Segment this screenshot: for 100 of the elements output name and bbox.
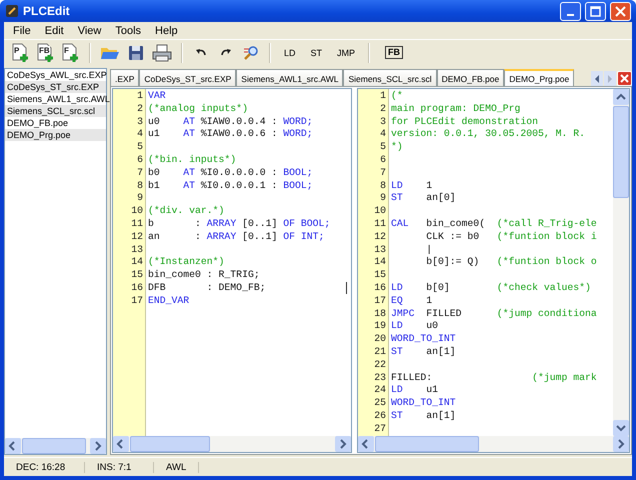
menu-item[interactable]: Edit [38,24,71,36]
scroll-thumb[interactable] [22,438,86,454]
status-text: INS: 7:1 [85,462,154,472]
file-tab[interactable]: .EXP [110,69,140,86]
line-number: 16 [130,282,144,295]
menu-item[interactable]: View [70,24,108,36]
code-line: for PLCEdit demonstration [390,116,538,128]
file-tab[interactable]: DEMO_Prg.poe [504,69,574,86]
toolbar-button[interactable]: ST [304,42,328,64]
status-text: AWL [154,462,200,472]
magnifier-icon [243,44,259,60]
file-list-item[interactable]: CoDeSys_ST_src.EXP [5,81,106,93]
file-list-item[interactable]: DEMO_Prg.poe [5,129,106,141]
code-line: bin_come0 : R_TRIG; [147,269,260,282]
minimize-button[interactable] [560,2,581,20]
print-button[interactable] [150,42,174,64]
code-line: WORD_TO_INT [390,333,456,346]
horizontal-scrollbar[interactable] [5,438,106,454]
line-number: 13 [130,244,144,256]
status-text: DEC: 16:28 [4,462,85,472]
new-document-button[interactable]: P [10,42,32,64]
scroll-right-icon[interactable] [90,438,106,454]
line-number: 16 [373,282,387,295]
line-number: 14 [373,256,387,270]
line-number: 6 [379,154,387,167]
horizontal-scrollbar[interactable] [113,436,351,452]
scroll-thumb[interactable] [130,436,210,452]
line-number: 17 [130,294,144,308]
scroll-down-icon[interactable] [613,420,629,436]
line-number: 12 [130,230,144,244]
line-number: 10 [130,205,144,218]
file-tab[interactable]: DEMO_FB.poe [436,69,504,86]
code-line: VAR [147,90,166,103]
tab-scroll-left-button[interactable] [591,71,603,86]
code-editor[interactable] [357,88,630,453]
toolbar-button[interactable]: FB [385,46,404,59]
code-line: b0 AT %I0.0.0.0.0 : BOOL; [147,166,313,180]
file-list-item[interactable]: Siemens_SCL_src.scl [5,105,106,117]
left-triangle-icon [593,74,601,84]
maximize-icon [590,6,601,16]
code-line: b1 AT %I0.0.0.0.1 : BOOL; [147,180,313,192]
line-number: 13 [373,244,387,256]
line-number: 25 [373,397,387,410]
file-tab[interactable]: CoDeSys_ST_src.EXP [139,69,236,86]
line-number: 9 [136,192,144,206]
toolbar-button[interactable]: JMP [331,42,362,64]
code-line: CLK := b0 (*funtion block i [425,230,597,244]
line-number: 22 [373,358,387,372]
right-triangle-icon [606,74,614,84]
app-icon [5,4,19,18]
line-number: 20 [373,333,387,346]
horizontal-scrollbar[interactable] [358,436,629,452]
scroll-thumb[interactable] [375,436,479,452]
close-button[interactable] [610,2,631,20]
code-editor[interactable] [112,88,352,453]
file-list-item[interactable]: DEMO_FB.poe [5,117,106,129]
vertical-scrollbar[interactable] [613,89,629,436]
code-line: WORD_TO_INT [390,397,456,410]
code-line: ST an[1] [390,346,456,359]
line-number: 12 [373,230,387,244]
line-number: 5 [379,141,387,154]
file-tab[interactable]: Siemens_AWL1_src.AWL [236,69,344,86]
code-line: DFB : DEMO_FB; [147,282,266,295]
menu-item[interactable]: Help [148,24,185,36]
close-icon [615,6,626,16]
code-line: LD u1 [390,384,438,398]
code-line: version: 0.0.1, 30.05.2005, M. R. [390,128,586,142]
file-list-item[interactable]: CoDeSys_AWL_src.EXP [5,69,106,81]
code-line: ST an[0] [390,192,456,206]
code-line: END_VAR [147,294,190,308]
scroll-right-icon[interactable] [613,436,629,452]
code-line: (*bin. inputs*) [147,154,236,167]
line-number: 14 [130,256,144,270]
scroll-up-icon[interactable] [613,89,629,105]
window-title: PLCEdit [23,4,71,18]
new-document-button[interactable]: F [60,42,82,64]
code-line: (*analog inputs*) [147,102,248,116]
menu-item[interactable]: Tools [108,24,148,36]
file-tab[interactable]: Siemens_SCL_src.scl [343,69,437,86]
line-number: 1 [379,90,387,103]
line-number: 9 [379,192,387,206]
code-line: b[0]:= Q) (*funtion block o [425,256,597,270]
scroll-left-icon[interactable] [5,438,21,454]
new-document-button[interactable]: FB [35,42,57,64]
scroll-left-icon[interactable] [113,436,129,452]
scroll-left-icon[interactable] [358,436,374,452]
minimize-icon [567,14,574,16]
line-number: 3 [136,116,144,128]
maximize-button[interactable] [585,2,606,20]
close-tab-button[interactable] [617,71,632,86]
code-line: main program: DEMO_Prg [390,102,520,116]
code-line: u0 AT %IAW0.0.0.4 : WORD; [147,116,313,128]
line-number: 6 [136,154,144,167]
menu-item[interactable]: File [6,24,38,36]
code-line: ST an[1] [390,410,456,423]
line-number: 17 [373,294,387,308]
toolbar-button[interactable]: LD [278,42,302,64]
scroll-thumb[interactable] [613,106,629,198]
scroll-right-icon[interactable] [335,436,351,452]
line-number: 26 [373,410,387,423]
